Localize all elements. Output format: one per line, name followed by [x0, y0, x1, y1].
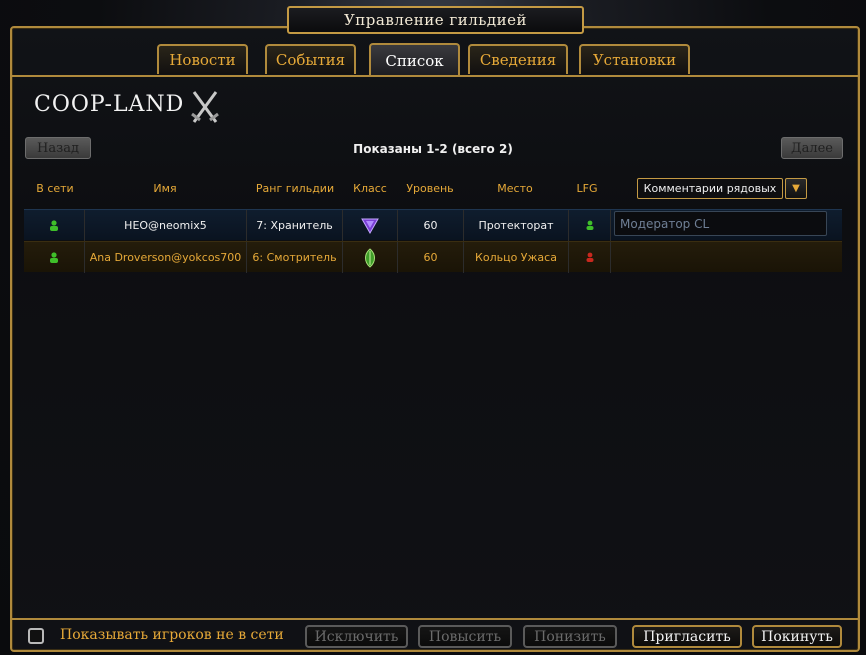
member-rank: 6: Смотритель: [246, 242, 342, 273]
content-top-border: [10, 75, 860, 77]
member-rank: 7: Хранитель: [246, 210, 342, 241]
tab-events[interactable]: События: [265, 44, 356, 74]
online-person-icon: [24, 242, 84, 273]
member-location: Кольцо Ужаса: [463, 242, 568, 273]
guild-window-frame: [10, 26, 860, 652]
column-header-online[interactable]: В сети: [30, 182, 80, 195]
column-header-class[interactable]: Класс: [345, 182, 395, 195]
member-comment-input[interactable]: Модератор CL: [614, 211, 827, 236]
member-name: Ana Droverson@yokcos700: [84, 242, 246, 273]
guild-name: COOP-LAND: [34, 92, 185, 117]
tab-settings[interactable]: Установки: [579, 44, 690, 74]
chevron-down-icon[interactable]: ▼: [785, 178, 807, 199]
kick-button[interactable]: Исключить: [305, 625, 408, 648]
leave-button[interactable]: Покинуть: [752, 625, 842, 648]
show-offline-label[interactable]: Показывать игроков не в сети: [60, 627, 284, 643]
tab-roster[interactable]: Список: [369, 43, 460, 77]
tab-info[interactable]: Сведения: [468, 44, 568, 74]
purple-triangle-class-icon: [342, 210, 397, 241]
invite-button[interactable]: Пригласить: [632, 625, 742, 648]
member-level: 60: [397, 210, 463, 241]
column-header-location[interactable]: Место: [480, 182, 550, 195]
demote-button[interactable]: Понизить: [523, 625, 617, 648]
member-location: Протекторат: [463, 210, 568, 241]
column-header-level[interactable]: Уровень: [400, 182, 460, 195]
window-title: Управление гильдией: [287, 6, 584, 34]
tab-news[interactable]: Новости: [157, 44, 248, 74]
next-page-button[interactable]: Далее: [781, 137, 843, 159]
crossed-swords-icon: [191, 91, 219, 123]
show-offline-checkbox[interactable]: [28, 628, 44, 644]
column-header-lfg[interactable]: LFG: [570, 182, 604, 195]
column-header-rank[interactable]: Ранг гильдии: [250, 182, 340, 195]
member-name: HEO@neomix5: [84, 210, 246, 241]
member-comment: [610, 242, 842, 273]
page-info: Показаны 1-2 (всего 2): [353, 142, 513, 156]
green-leaf-class-icon: [342, 242, 397, 273]
column-header-name[interactable]: Имя: [110, 182, 220, 195]
lfg-red-icon: [568, 242, 610, 273]
member-row[interactable]: Ana Droverson@yokcos700 6: Смотритель 60…: [24, 241, 842, 273]
member-level: 60: [397, 242, 463, 273]
footer-divider: [10, 618, 860, 620]
online-person-icon: [24, 210, 84, 241]
lfg-green-icon: [568, 210, 610, 241]
promote-button[interactable]: Повысить: [418, 625, 512, 648]
comment-type-select[interactable]: Комментарии рядовых: [637, 178, 783, 199]
